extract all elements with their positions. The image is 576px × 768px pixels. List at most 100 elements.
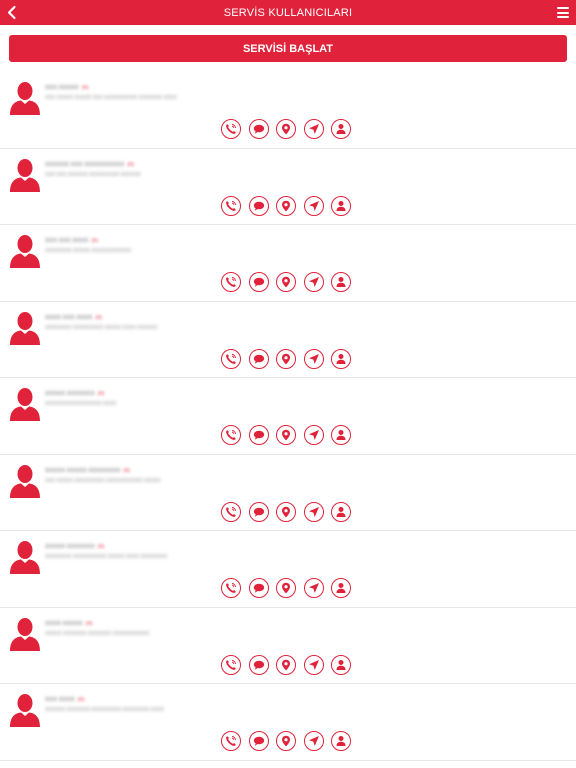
user-detail: XXX XXX XXXXXX XXXXXXXXX XXXXXX <box>45 171 141 178</box>
navigate-button[interactable] <box>303 195 324 216</box>
message-button[interactable] <box>248 731 269 751</box>
call-button[interactable] <box>221 348 241 369</box>
call-button[interactable] <box>221 654 241 675</box>
navigate-button[interactable] <box>303 119 324 139</box>
navigate-button[interactable] <box>303 654 324 675</box>
action-bar <box>221 578 359 598</box>
navigation-arrow-icon <box>308 353 319 364</box>
user-name: XXXXXX XXX XXXXXXXXXX <box>45 161 125 168</box>
user-detail: XXX XXXXX XXXXXXXXX XXXXXXXXXXX XXXXX <box>45 477 161 484</box>
message-button[interactable] <box>248 195 269 216</box>
user-name: XXX XXXX <box>45 697 75 703</box>
profile-button[interactable] <box>331 654 351 675</box>
user-profile-icon <box>336 583 346 593</box>
user-tag: (X) <box>77 697 85 703</box>
chat-bubble-icon <box>253 507 264 517</box>
user-profile-icon <box>336 736 346 746</box>
user-profile-icon <box>336 200 346 211</box>
list-item: XXXXX XXXXX XXXXXXXX (X) XXX XXXXX XXXXX… <box>0 455 576 531</box>
location-button[interactable] <box>276 425 296 445</box>
navigate-button[interactable] <box>303 578 324 598</box>
message-button[interactable] <box>248 578 269 598</box>
navigate-button[interactable] <box>303 501 324 522</box>
navigate-button[interactable] <box>303 348 324 369</box>
call-button[interactable] <box>221 425 241 445</box>
hamburger-menu-icon[interactable] <box>557 7 569 18</box>
map-pin-icon <box>282 582 290 594</box>
profile-button[interactable] <box>331 272 351 292</box>
profile-button[interactable] <box>331 731 351 751</box>
phone-call-icon <box>226 659 236 670</box>
profile-button[interactable] <box>331 501 351 522</box>
message-button[interactable] <box>248 119 269 139</box>
phone-call-icon <box>226 277 236 287</box>
location-button[interactable] <box>276 195 296 216</box>
list-item: XXX XXX XXXX (X) XXXXXXXX XXXXX XXXXXXXX… <box>0 225 576 302</box>
user-silhouette-icon <box>10 158 40 192</box>
user-profile-icon <box>336 353 346 364</box>
call-button[interactable] <box>221 578 241 598</box>
action-bar <box>221 348 359 369</box>
profile-button[interactable] <box>331 195 351 216</box>
call-button[interactable] <box>221 731 241 751</box>
chat-bubble-icon <box>253 660 264 670</box>
location-button[interactable] <box>276 501 296 522</box>
list-item: XXX XXXXX (X) XXX XXXXX XXXXX XXX XXXXXX… <box>0 72 576 149</box>
call-button[interactable] <box>221 195 241 216</box>
action-bar <box>221 501 359 522</box>
user-tag: (X) <box>85 620 93 627</box>
map-pin-icon <box>282 735 290 747</box>
user-detail: XXXXXX XXXXXXX XXXXXXXXX XXXXXXXX XXXX <box>45 707 164 713</box>
chat-bubble-icon <box>253 736 264 746</box>
location-button[interactable] <box>276 272 296 292</box>
chevron-left-icon[interactable] <box>5 5 19 20</box>
profile-button[interactable] <box>331 119 351 139</box>
navigation-arrow-icon <box>308 506 319 517</box>
user-profile-icon <box>336 659 346 670</box>
call-button[interactable] <box>221 501 241 522</box>
message-button[interactable] <box>248 501 269 522</box>
location-button[interactable] <box>276 578 296 598</box>
user-name: XXXX XXX XXXX <box>45 314 93 321</box>
profile-button[interactable] <box>331 578 351 598</box>
message-button[interactable] <box>248 272 269 292</box>
chat-bubble-icon <box>253 430 264 440</box>
location-button[interactable] <box>276 348 296 369</box>
user-tag: (X) <box>91 238 99 244</box>
phone-call-icon <box>226 583 236 593</box>
phone-call-icon <box>226 430 236 440</box>
call-button[interactable] <box>221 119 241 139</box>
navigate-button[interactable] <box>303 731 324 751</box>
list-item: XXXXXX XXX XXXXXXXXXX (X) XXX XXX XXXXXX… <box>0 149 576 225</box>
user-detail: XXXXXXXX XXXXXXXXX XXXXX XXXX XXXXXX <box>45 324 158 331</box>
chat-bubble-icon <box>253 354 264 364</box>
message-button[interactable] <box>248 654 269 675</box>
navigation-arrow-icon <box>308 583 319 593</box>
start-service-button[interactable]: SERVİSİ BAŞLAT <box>9 35 567 62</box>
navigation-arrow-icon <box>308 277 319 287</box>
message-button[interactable] <box>248 348 269 369</box>
location-button[interactable] <box>276 119 296 139</box>
profile-button[interactable] <box>331 348 351 369</box>
app-header: SERVİS KULLANICILARI <box>0 0 576 25</box>
profile-button[interactable] <box>331 425 351 445</box>
user-tag: (X) <box>127 161 135 168</box>
user-silhouette-icon <box>10 235 40 268</box>
phone-call-icon <box>226 736 236 746</box>
navigate-button[interactable] <box>303 272 324 292</box>
navigation-arrow-icon <box>308 736 319 746</box>
user-name: XXXXX XXXXXXX <box>45 544 95 550</box>
page-title: SERVİS KULLANICILARI <box>223 6 353 19</box>
action-bar <box>221 272 359 292</box>
phone-call-icon <box>226 124 236 134</box>
call-button[interactable] <box>221 272 241 292</box>
user-detail: XXXXXXXX XXXXX XXXXXXXXXXXX <box>45 248 132 254</box>
phone-call-icon <box>226 506 236 517</box>
user-tag: (X) <box>95 314 103 321</box>
location-button[interactable] <box>276 654 296 675</box>
navigate-button[interactable] <box>303 425 324 445</box>
user-profile-icon <box>336 124 346 134</box>
location-button[interactable] <box>276 731 296 751</box>
message-button[interactable] <box>248 425 269 445</box>
user-silhouette-icon <box>10 82 40 115</box>
